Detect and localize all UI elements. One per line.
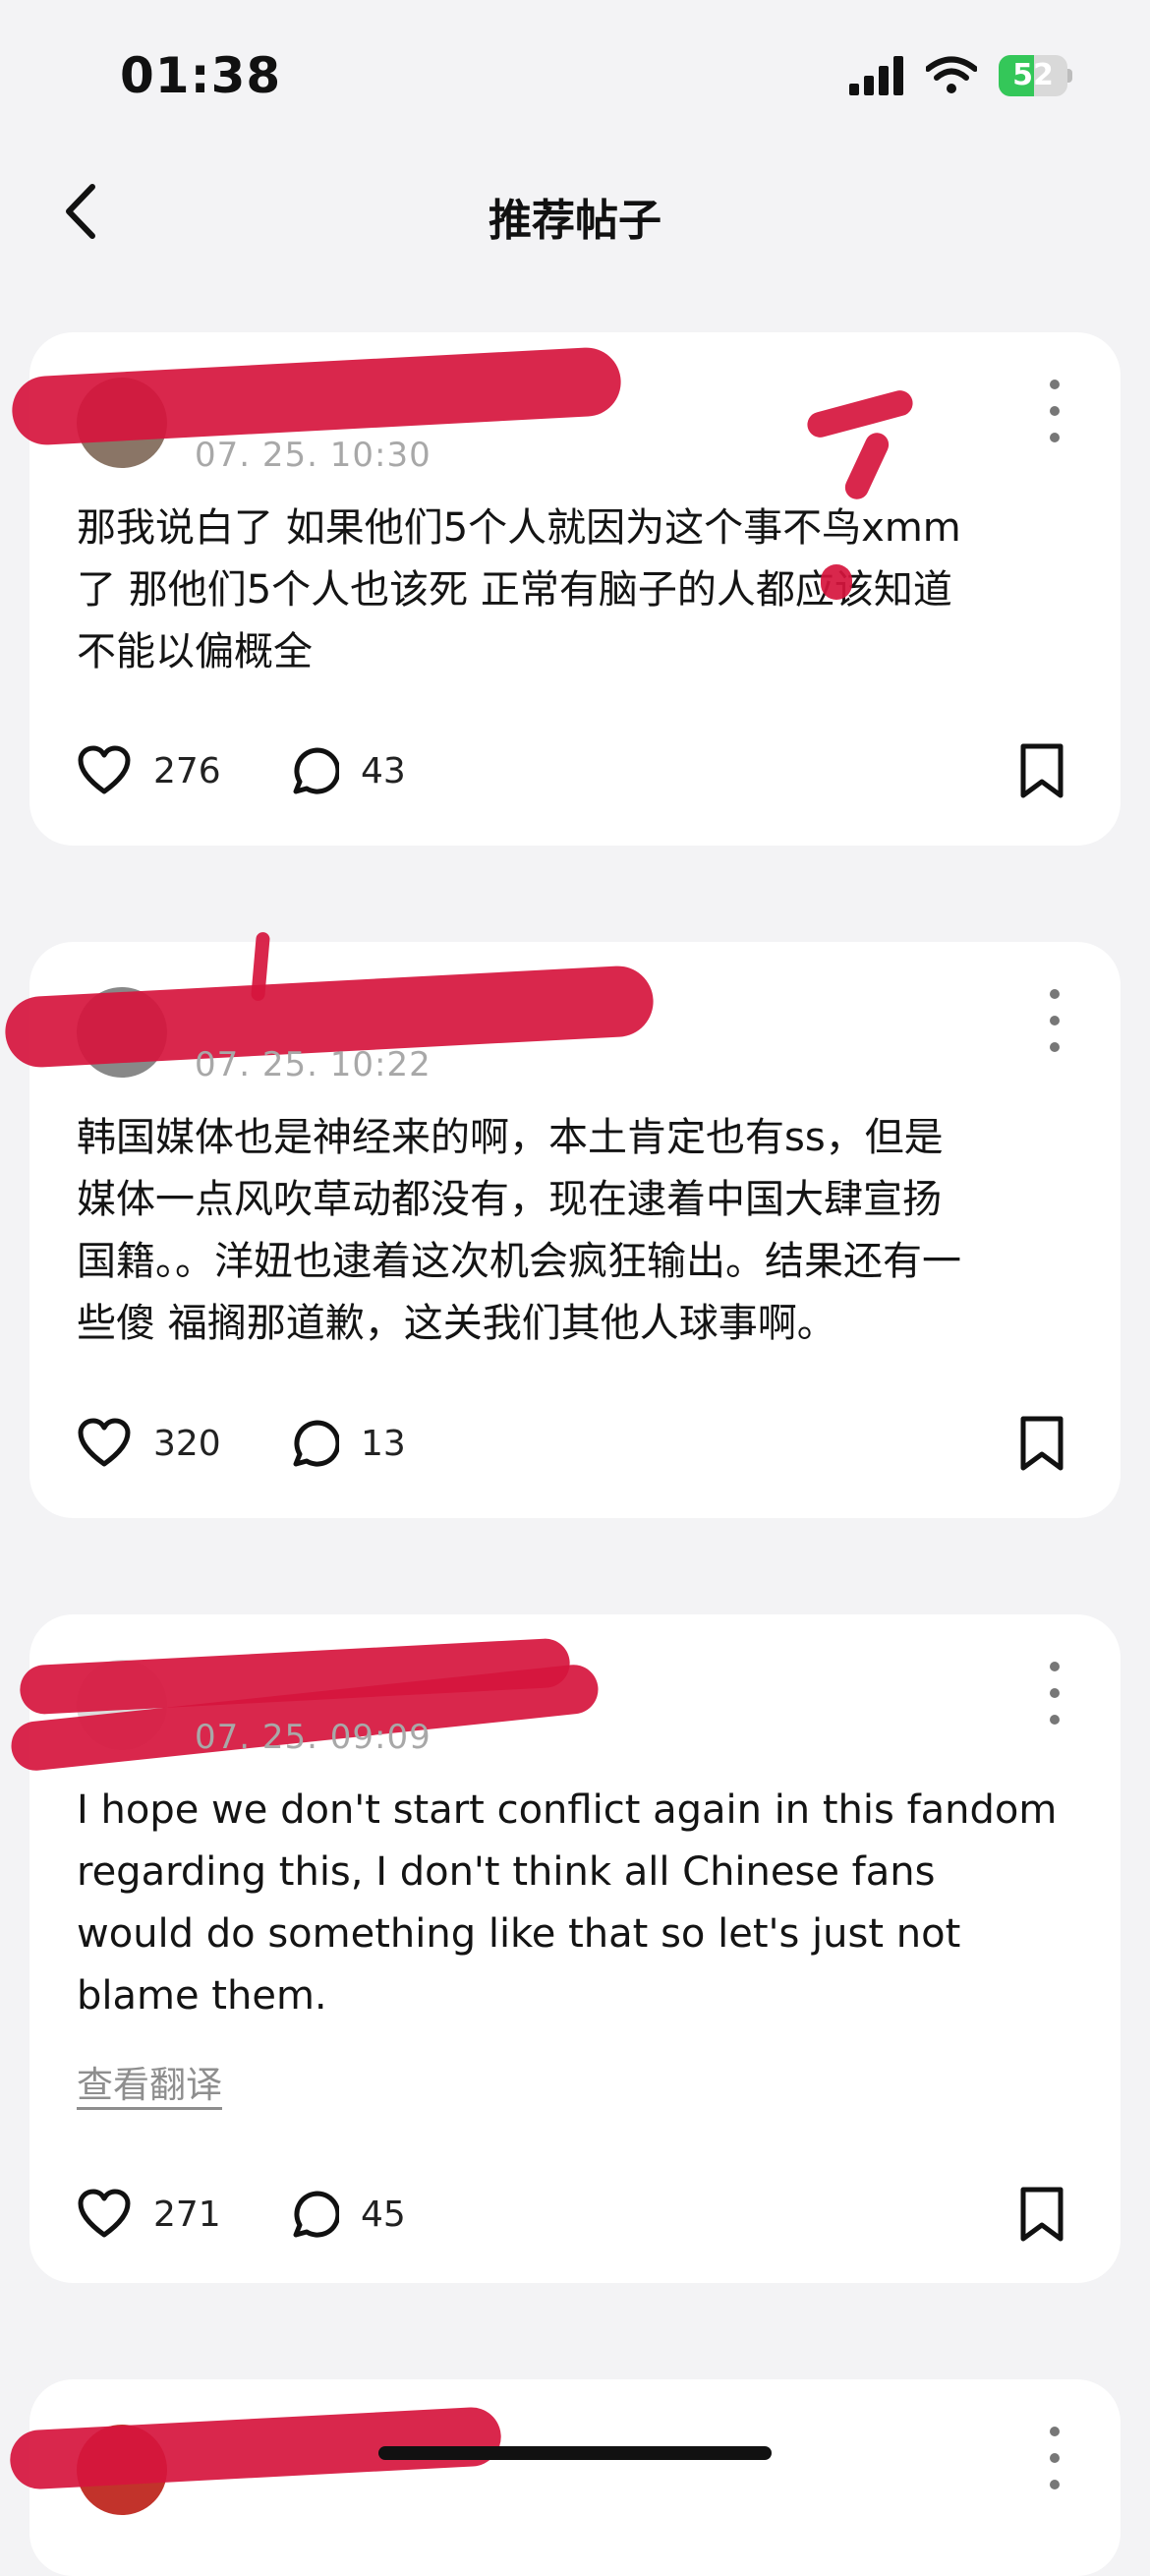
redaction-mark	[840, 429, 893, 503]
comment-button[interactable]: 43	[288, 741, 406, 800]
bookmark-icon	[1020, 743, 1064, 798]
comment-bubble-icon	[293, 2191, 339, 2238]
comment-button[interactable]: 45	[288, 2185, 406, 2244]
home-indicator	[378, 2446, 772, 2460]
more-options-button[interactable]	[1040, 1662, 1069, 1725]
post-text: 那我说白了 如果他们5个人就因为这个事不鸟xmm 了 那他们5个人也该死 正常有…	[77, 505, 961, 674]
comment-count: 13	[361, 1423, 406, 1464]
heart-icon	[78, 745, 131, 794]
redaction-mark	[804, 387, 916, 440]
comment-count: 43	[361, 750, 406, 791]
post-card[interactable]	[8, 2379, 1121, 2576]
status-bar: 01:38 52	[0, 0, 1150, 147]
like-button[interactable]: 320	[77, 1414, 221, 1473]
status-time: 01:38	[120, 47, 282, 104]
post-card[interactable]: 07. 25. 09:09 I hope we don't start conf…	[9, 1614, 1121, 2283]
like-button[interactable]: 271	[77, 2185, 221, 2244]
post-actions: 271 45	[77, 2185, 1071, 2244]
heart-icon	[78, 1418, 131, 1467]
nav-bar: 推荐帖子	[0, 157, 1150, 265]
battery-icon: 52	[999, 55, 1072, 96]
bookmark-button[interactable]	[1012, 1414, 1071, 1473]
post-text: I hope we don't start conflict again in …	[77, 1787, 1058, 2019]
post-actions: 320 13	[77, 1414, 1071, 1473]
redaction-mark	[10, 345, 623, 447]
bookmark-button[interactable]	[1012, 741, 1071, 800]
like-button[interactable]: 276	[77, 741, 221, 800]
post-text: 韩国媒体也是神经来的啊，本土肯定也有ss，但是 媒体一点风吹草动都没有，现在逮着…	[77, 1115, 961, 1346]
view-translation-link[interactable]: 查看翻译	[77, 2055, 222, 2108]
like-count: 276	[153, 750, 221, 791]
signal-icon	[849, 56, 903, 95]
battery-percent: 52	[1012, 58, 1054, 92]
wifi-icon	[926, 56, 977, 93]
bookmark-button[interactable]	[1012, 2185, 1071, 2244]
post-timestamp: 07. 25. 10:30	[195, 436, 431, 475]
redaction-mark	[821, 564, 852, 600]
more-options-button[interactable]	[1040, 380, 1069, 442]
like-count: 320	[153, 1423, 221, 1464]
post-card[interactable]: 07. 25. 10:22 韩国媒体也是神经来的啊，本土肯定也有ss，但是 媒体…	[3, 931, 1121, 1518]
post-card[interactable]: 07. 25. 10:30 那我说白了 如果他们5个人就因为这个事不鸟xmm 了…	[10, 332, 1121, 846]
comment-button[interactable]: 13	[288, 1414, 406, 1473]
like-count: 271	[153, 2194, 221, 2235]
comment-count: 45	[361, 2194, 406, 2235]
post-actions: 276 43	[77, 741, 1071, 800]
page-title: 推荐帖子	[489, 196, 661, 246]
post-timestamp: 07. 25. 09:09	[195, 1718, 431, 1757]
more-options-button[interactable]	[1040, 2427, 1069, 2489]
comment-bubble-icon	[293, 747, 339, 794]
more-options-button[interactable]	[1040, 989, 1069, 1052]
status-icons: 52	[849, 51, 1072, 100]
comment-bubble-icon	[293, 1420, 339, 1467]
post-timestamp: 07. 25. 10:22	[195, 1045, 431, 1084]
heart-icon	[78, 2189, 131, 2238]
bookmark-icon	[1020, 2187, 1064, 2242]
bookmark-icon	[1020, 1416, 1064, 1471]
